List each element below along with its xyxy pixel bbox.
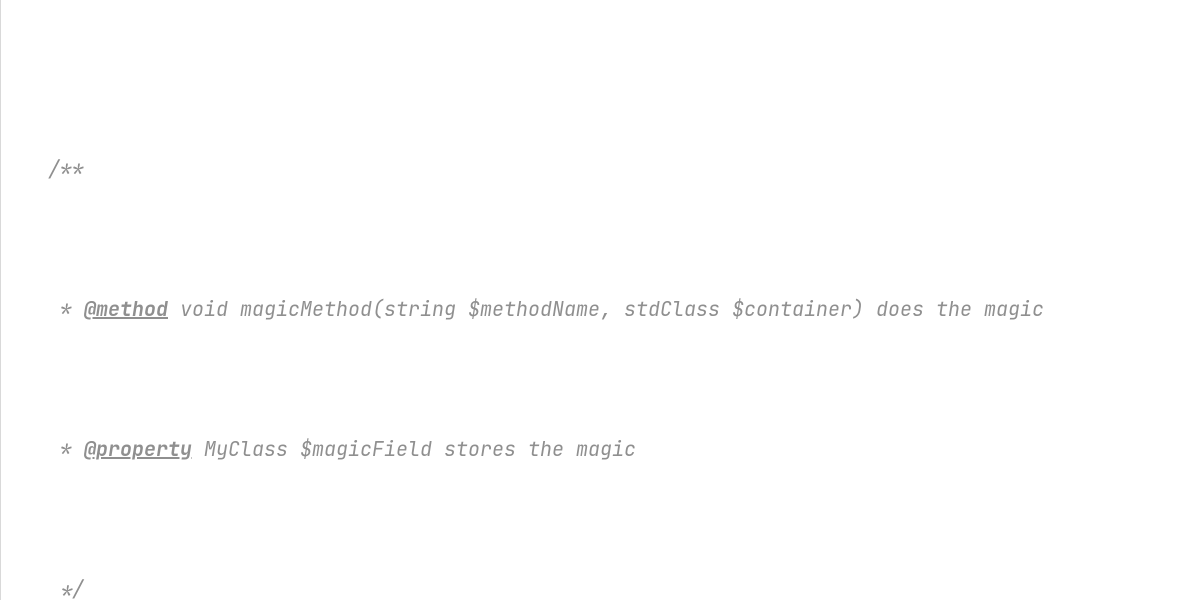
code-line: /** bbox=[0, 152, 1200, 187]
doc-text: void magicMethod(string $methodName, std… bbox=[168, 296, 1044, 322]
doc-star: * bbox=[48, 296, 84, 322]
code-line: * @property MyClass $magicField stores t… bbox=[0, 432, 1200, 467]
doc-tag-method: @method bbox=[84, 296, 168, 322]
doc-text: MyClass $magicField stores the magic bbox=[192, 436, 636, 462]
doc-open: /** bbox=[48, 156, 84, 182]
code-editor-viewport: /** * @method void magicMethod(string $m… bbox=[0, 0, 1200, 600]
code-line: */ bbox=[0, 572, 1200, 600]
doc-close: */ bbox=[48, 576, 84, 600]
doc-star: * bbox=[48, 436, 84, 462]
doc-tag-property: @property bbox=[84, 436, 192, 462]
code-line: * @method void magicMethod(string $metho… bbox=[0, 292, 1200, 327]
